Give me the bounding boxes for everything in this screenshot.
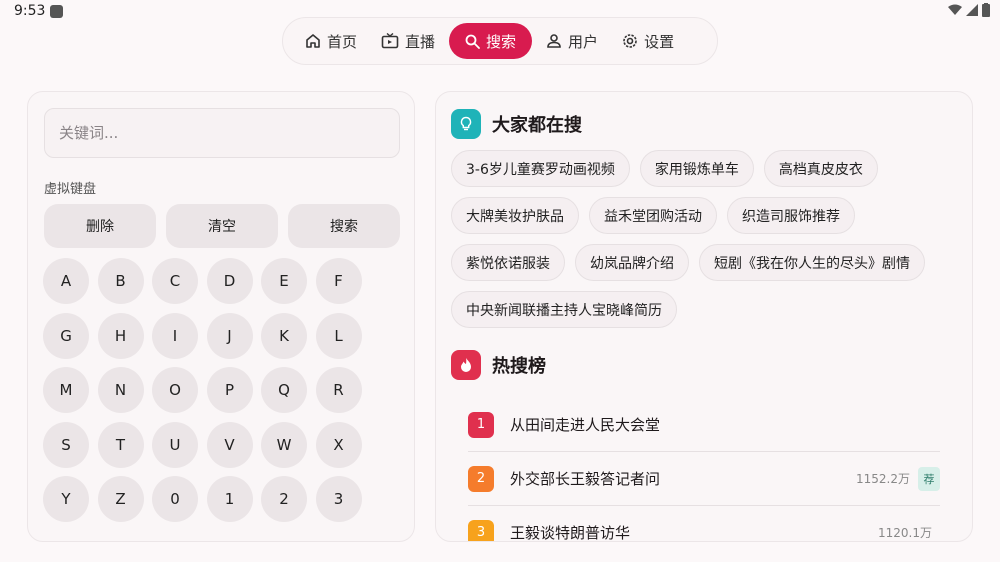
- virtual-keyboard: A B C D E F G H I J K L M N O P Q R S T …: [43, 258, 362, 522]
- nav-search[interactable]: 搜索: [449, 23, 533, 59]
- rank-badge: 1: [468, 411, 494, 438]
- cellular-icon: [966, 4, 978, 16]
- key-v[interactable]: V: [206, 421, 253, 468]
- recommend-badge: 荐: [918, 466, 940, 491]
- hot-header: 热搜榜: [451, 350, 546, 380]
- key-j[interactable]: J: [206, 312, 253, 359]
- nav-settings-label: 设置: [644, 32, 675, 51]
- search-tag[interactable]: 高档真皮皮衣: [763, 150, 878, 187]
- key-c[interactable]: C: [152, 258, 198, 304]
- nav-user-label: 用户: [568, 32, 599, 51]
- key-g[interactable]: G: [43, 312, 89, 359]
- search-tag[interactable]: 3-6岁儿童赛罗动画视频: [451, 150, 630, 187]
- search-tag[interactable]: 紫悦依诺服装: [451, 244, 565, 281]
- app-notification-icon: [50, 5, 63, 18]
- hot-list-item[interactable]: 2 外交部长王毅答记者问 1152.2万 荐: [468, 452, 940, 506]
- rank-badge: 2: [468, 465, 494, 492]
- rank-badge: 3: [468, 519, 494, 541]
- key-n[interactable]: N: [97, 367, 144, 413]
- key-x[interactable]: X: [315, 421, 362, 468]
- nav-settings[interactable]: 设置: [612, 23, 684, 59]
- hot-item-title: 王毅谈特朗普访华: [510, 524, 631, 542]
- key-2[interactable]: 2: [261, 476, 307, 522]
- key-m[interactable]: M: [43, 367, 89, 413]
- key-1[interactable]: 1: [206, 476, 253, 522]
- keyboard-action-row: 删除 清空 搜索: [44, 204, 400, 248]
- search-tag[interactable]: 家用锻炼单车: [639, 150, 754, 187]
- virtual-keyboard-label: 虚拟键盘: [44, 182, 97, 197]
- search-tag[interactable]: 短剧《我在你人生的尽头》剧情: [699, 244, 925, 281]
- popular-tags: 3-6岁儿童赛罗动画视频 家用锻炼单车 高档真皮皮衣 大牌美妆护肤品 益禾堂团购…: [451, 150, 951, 328]
- battery-icon: [982, 3, 990, 17]
- hot-list-item[interactable]: 1 从田间走进人民大会堂: [468, 398, 940, 452]
- key-s[interactable]: S: [43, 421, 89, 468]
- key-e[interactable]: E: [261, 258, 307, 304]
- search-tag[interactable]: 大牌美妆护肤品: [451, 197, 579, 234]
- search-submit-button[interactable]: 搜索: [288, 204, 400, 248]
- hot-item-count: 1152.2万: [856, 472, 910, 486]
- key-q[interactable]: Q: [261, 367, 307, 413]
- search-input[interactable]: [44, 108, 400, 158]
- hot-title: 热搜榜: [492, 356, 546, 377]
- key-w[interactable]: W: [261, 421, 307, 468]
- gear-icon: [623, 34, 637, 48]
- clear-button[interactable]: 清空: [166, 204, 278, 248]
- search-tag[interactable]: 中央新闻联播主持人宝晓峰简历: [451, 291, 677, 328]
- key-3[interactable]: 3: [315, 476, 362, 522]
- search-tag[interactable]: 织造司服饰推荐: [727, 197, 855, 234]
- nav-home[interactable]: 首页: [295, 23, 367, 59]
- search-tag[interactable]: 幼岚品牌介绍: [575, 244, 689, 281]
- key-0[interactable]: 0: [152, 476, 198, 522]
- key-u[interactable]: U: [152, 421, 198, 468]
- key-o[interactable]: O: [152, 367, 198, 413]
- top-navigation: 首页 直播 搜索 用户 设置: [282, 17, 718, 65]
- discover-panel: 大家都在搜 3-6岁儿童赛罗动画视频 家用锻炼单车 高档真皮皮衣 大牌美妆护肤品…: [435, 91, 973, 542]
- key-i[interactable]: I: [152, 312, 198, 359]
- hot-list-item[interactable]: 3 王毅谈特朗普访华 1120.1万: [468, 506, 940, 542]
- delete-button[interactable]: 删除: [44, 204, 156, 248]
- key-a[interactable]: A: [43, 258, 89, 304]
- hot-item-title: 外交部长王毅答记者问: [510, 470, 661, 488]
- key-z[interactable]: Z: [97, 476, 144, 522]
- popular-title: 大家都在搜: [492, 115, 582, 136]
- key-t[interactable]: T: [97, 421, 144, 468]
- lightbulb-icon: [451, 109, 481, 139]
- key-p[interactable]: P: [206, 367, 253, 413]
- key-l[interactable]: L: [315, 312, 362, 359]
- hot-list: 1 从田间走进人民大会堂 2 外交部长王毅答记者问 1152.2万 荐 3 王毅…: [468, 398, 940, 542]
- wifi-icon: [948, 4, 962, 15]
- nav-live-label: 直播: [405, 32, 436, 51]
- user-icon: [547, 34, 561, 48]
- search-panel: 虚拟键盘 删除 清空 搜索 A B C D E F G H I J K L M …: [27, 91, 415, 542]
- nav-home-label: 首页: [327, 32, 358, 51]
- key-h[interactable]: H: [97, 312, 144, 359]
- search-tag[interactable]: 益禾堂团购活动: [589, 197, 717, 234]
- key-k[interactable]: K: [261, 312, 307, 359]
- hot-item-count: 1120.1万: [878, 526, 932, 540]
- key-d[interactable]: D: [206, 258, 253, 304]
- key-b[interactable]: B: [97, 258, 144, 304]
- live-tv-icon: [381, 33, 399, 49]
- hot-item-title: 从田间走进人民大会堂: [510, 416, 661, 434]
- nav-user[interactable]: 用户: [536, 23, 608, 59]
- nav-live[interactable]: 直播: [371, 23, 445, 59]
- search-icon: [465, 34, 480, 49]
- key-y[interactable]: Y: [43, 476, 89, 522]
- key-f[interactable]: F: [315, 258, 362, 304]
- flame-icon: [451, 350, 481, 380]
- status-time: 9:53: [14, 3, 46, 19]
- popular-header: 大家都在搜: [451, 109, 582, 139]
- nav-search-label: 搜索: [486, 32, 517, 51]
- home-icon: [306, 34, 320, 48]
- key-r[interactable]: R: [315, 367, 362, 413]
